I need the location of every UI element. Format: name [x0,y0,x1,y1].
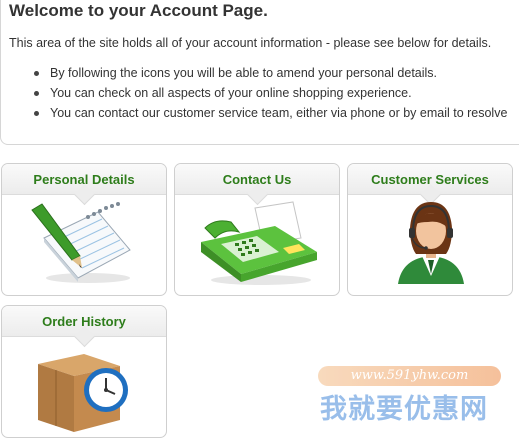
contact-us-card[interactable]: Contact Us [174,163,340,296]
notepad-pen-icon [31,202,131,283]
watermark-url: www.591yhw.com [318,366,501,386]
card-header: Contact Us [175,164,339,206]
card-header: Customer Services [348,164,512,206]
card-header: Order History [2,306,166,348]
order-history-card[interactable]: Order History [1,305,167,438]
intro-text: This area of the site holds all of your … [9,36,492,50]
bullet-icon [34,111,39,116]
card-header: Personal Details [2,164,166,206]
list-item: You can check on all aspects of your onl… [32,85,507,105]
bullet-icon [34,91,39,96]
info-bullet-list: By following the icons you will be able … [32,65,507,125]
page-title: Welcome to your Account Page. [9,1,268,20]
watermark-text: 我就要优惠网 [320,394,488,425]
personal-details-card[interactable]: Personal Details [1,163,167,296]
fax-machine-icon [201,201,317,285]
box-clock-icon [38,354,128,432]
list-item: By following the icons you will be able … [32,65,507,85]
support-agent-headset-icon [398,202,464,284]
customer-services-card[interactable]: Customer Services [347,163,513,296]
bullet-icon [34,71,39,76]
list-item: You can contact our customer service tea… [32,105,507,125]
